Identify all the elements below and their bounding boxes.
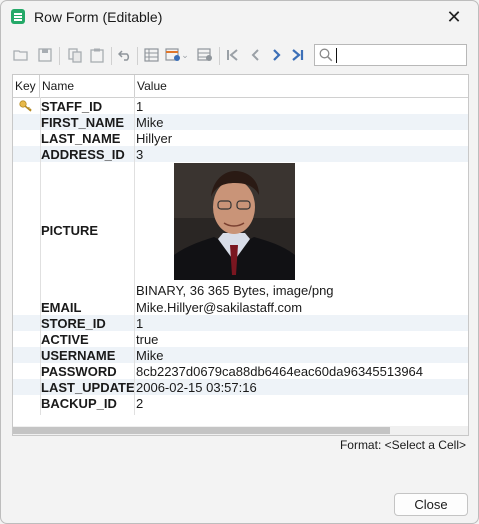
field-row-first-name[interactable]: FIRST_NAME Mike <box>13 114 468 130</box>
field-value[interactable]: Mike <box>135 347 468 363</box>
field-value[interactable]: Mike.Hillyer@sakilastaff.com <box>135 299 468 315</box>
text-caret <box>336 48 337 63</box>
field-row-active[interactable]: ACTIVE true <box>13 331 468 347</box>
paste-icon[interactable] <box>87 45 107 65</box>
field-value[interactable]: 2 <box>135 395 468 411</box>
toolbar: ⌄ <box>11 43 469 71</box>
field-name: PASSWORD <box>41 363 117 379</box>
field-name: USERNAME <box>41 347 116 363</box>
field-name: STAFF_ID <box>41 98 103 114</box>
field-value[interactable]: Mike <box>135 114 468 130</box>
field-value[interactable]: 8cb2237d0679ca88db6464eac60da96345513964 <box>135 363 468 379</box>
field-name: FIRST_NAME <box>41 114 125 130</box>
search-input[interactable] <box>314 44 467 66</box>
field-name: LAST_NAME <box>41 130 121 146</box>
copy-icon[interactable] <box>65 45 85 65</box>
record-grid: Key Name Value STAFF_ID 1 FIRST_NAME Mik… <box>12 74 469 436</box>
field-row-password[interactable]: PASSWORD 8cb2237d0679ca88db6464eac60da96… <box>13 363 468 379</box>
field-row-email[interactable]: EMAIL Mike.Hillyer@sakilastaff.com <box>13 299 468 315</box>
field-value[interactable]: 1 <box>135 98 468 114</box>
field-name: ADDRESS_ID <box>41 146 125 162</box>
field-name: PICTURE <box>41 223 99 238</box>
field-name: EMAIL <box>41 299 82 315</box>
field-row-backup-id[interactable]: BACKUP_ID 2 <box>13 395 468 411</box>
key-cell <box>13 98 40 114</box>
grid-header: Key Name Value <box>13 75 468 98</box>
field-row-username[interactable]: USERNAME Mike <box>13 347 468 363</box>
field-row-picture[interactable]: PICTURE BINARY, 36 365 Bytes, image/png <box>13 162 468 299</box>
field-name: STORE_ID <box>41 315 106 331</box>
picture-value-cell[interactable]: BINARY, 36 365 Bytes, image/png <box>135 162 468 299</box>
field-row-staff-id[interactable]: STAFF_ID 1 <box>13 98 468 114</box>
field-row-store-id[interactable]: STORE_ID 1 <box>13 315 468 331</box>
previous-record-icon[interactable] <box>245 45 265 65</box>
staff-photo-image <box>174 163 295 280</box>
horizontal-scrollbar[interactable] <box>13 426 468 435</box>
field-value[interactable]: 3 <box>135 146 468 162</box>
last-record-icon[interactable] <box>287 45 307 65</box>
grid-view-icon[interactable] <box>141 45 161 65</box>
primary-key-icon <box>19 100 33 115</box>
search-icon <box>319 48 333 62</box>
header-value[interactable]: Value <box>135 75 468 97</box>
export-icon[interactable] <box>195 45 215 65</box>
next-record-icon[interactable] <box>267 45 287 65</box>
first-record-icon[interactable] <box>223 45 243 65</box>
field-name: ACTIVE <box>41 331 89 347</box>
field-value[interactable]: 1 <box>135 315 468 331</box>
save-icon[interactable] <box>35 45 55 65</box>
close-button[interactable]: Close <box>394 493 468 516</box>
field-name: LAST_UPDATE <box>41 379 135 395</box>
field-value[interactable]: 2006-02-15 03:57:16 <box>135 379 468 395</box>
close-window-icon[interactable]: ✕ <box>444 7 464 27</box>
row-form-dialog: Row Form (Editable) ✕ ⌄ Key Name Value S… <box>0 0 479 524</box>
header-name[interactable]: Name <box>40 75 135 97</box>
field-value[interactable]: Hillyer <box>135 130 468 146</box>
field-name: BACKUP_ID <box>41 395 117 411</box>
dropdown-arrow-icon[interactable]: ⌄ <box>179 45 191 65</box>
header-key[interactable]: Key <box>13 75 40 97</box>
app-icon <box>11 9 25 24</box>
window-title: Row Form (Editable) <box>34 9 163 25</box>
scrollbar-thumb[interactable] <box>13 427 390 434</box>
undo-icon[interactable] <box>115 45 135 65</box>
field-row-last-update[interactable]: LAST_UPDATE 2006-02-15 03:57:16 <box>13 379 468 395</box>
field-row-address-id[interactable]: ADDRESS_ID 3 <box>13 146 468 162</box>
folder-open-icon[interactable] <box>11 45 31 65</box>
title-bar: Row Form (Editable) ✕ <box>1 1 478 33</box>
format-status-text: Format: <Select a Cell> <box>339 438 466 452</box>
picture-info-text: BINARY, 36 365 Bytes, image/png <box>136 283 334 298</box>
field-value[interactable]: true <box>135 331 468 347</box>
field-row-last-name[interactable]: LAST_NAME Hillyer <box>13 130 468 146</box>
